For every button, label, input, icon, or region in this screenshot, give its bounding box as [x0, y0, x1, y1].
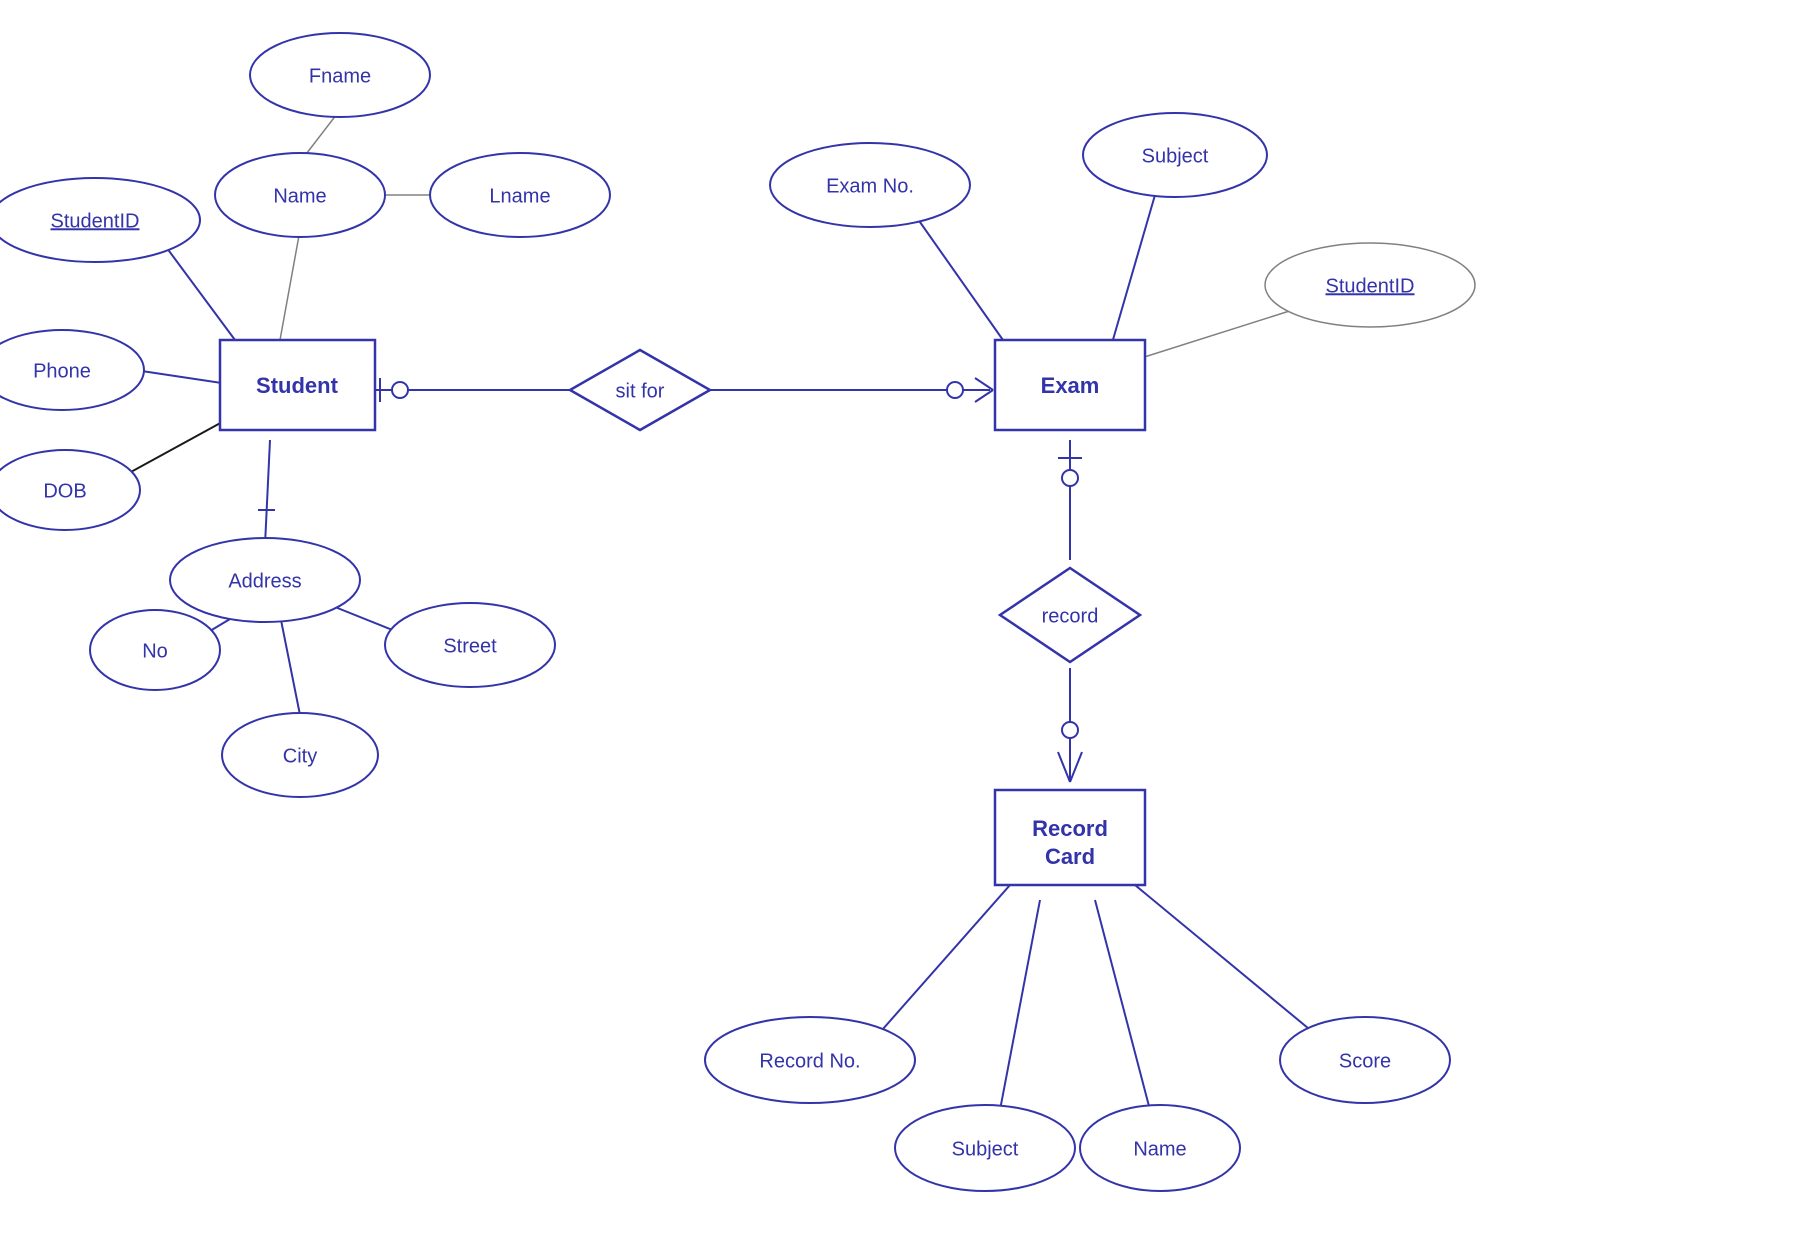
attr-lname-label: Lname [489, 185, 550, 207]
attr-examno-label: Exam No. [826, 175, 914, 197]
entity-recordcard-label2: Card [1045, 844, 1095, 869]
entity-recordcard-label1: Record [1032, 816, 1108, 841]
relationship-record-label: record [1042, 605, 1099, 627]
entity-student-label: Student [256, 373, 339, 398]
attr-name-label: Name [273, 185, 326, 207]
relationship-sitfor-label: sit for [616, 380, 665, 402]
attr-subject-exam-label: Subject [1142, 145, 1209, 167]
attr-dob-label: DOB [43, 480, 86, 502]
attr-subject-rc-label: Subject [952, 1138, 1019, 1160]
attr-name-rc-label: Name [1133, 1138, 1186, 1160]
attr-score-label: Score [1339, 1050, 1391, 1072]
attr-studentid-exam-label: StudentID [1326, 275, 1415, 297]
er-diagram: Student Exam Record Card sit for record … [0, 0, 1800, 1250]
entity-exam-label: Exam [1041, 373, 1100, 398]
attr-recordno-label: Record No. [759, 1050, 860, 1072]
attr-fname-label: Fname [309, 65, 371, 87]
attr-address-label: Address [228, 570, 301, 592]
attr-city-label: City [283, 745, 317, 767]
attr-street-label: Street [443, 635, 497, 657]
attr-studentid-student-label: StudentID [51, 210, 140, 232]
attr-phone-label: Phone [33, 360, 91, 382]
attr-no-label: No [142, 640, 168, 662]
